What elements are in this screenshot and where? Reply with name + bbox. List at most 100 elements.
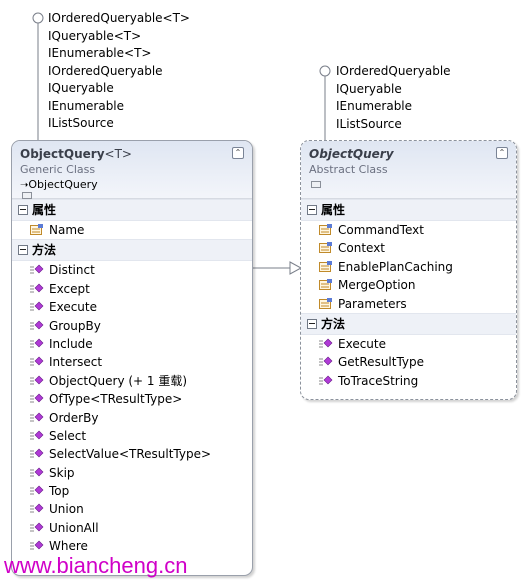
method-list: Distinct Except Execute GroupBy Include Inter… [12, 261, 252, 555]
property-icon [319, 242, 332, 254]
method-item[interactable]: Select [12, 427, 252, 445]
method-icon [30, 412, 44, 422]
method-icon [30, 504, 44, 513]
method-item[interactable]: Include [12, 335, 252, 353]
method-icon [319, 338, 333, 348]
interface-name: IQueryable<T> [48, 28, 142, 43]
watermark-url: www.biancheng.cn [4, 553, 188, 578]
section-label: 方法 [32, 243, 57, 258]
member-label: Parameters [338, 296, 407, 311]
interface-name: IOrderedQueryable [336, 64, 451, 78]
method-icon [30, 356, 44, 366]
method-item[interactable]: UnionAll [12, 519, 252, 537]
method-icon [30, 540, 44, 550]
property-item[interactable]: CommandText [301, 221, 516, 239]
member-label: Union [49, 502, 84, 517]
property-item[interactable]: EnablePlanCaching [301, 258, 516, 276]
method-item[interactable]: Execute [301, 335, 516, 353]
member-label: Where [49, 539, 88, 554]
method-icon [30, 338, 44, 348]
properties-section-header[interactable]: 属性 [12, 199, 252, 221]
method-item[interactable]: Execute [12, 298, 252, 316]
section-label: 属性 [32, 203, 57, 217]
class-box-objectquery-generic[interactable]: ObjectQuery<T> Generic Class ➝ObjectQuer… [11, 140, 253, 576]
class-kind: Abstract Class [309, 163, 388, 176]
section-label: 方法 [321, 316, 346, 331]
member-label: ToTraceString [338, 373, 419, 388]
property-item[interactable]: Name [12, 221, 252, 239]
member-label: UnionAll [49, 520, 99, 535]
method-item[interactable]: Union [12, 500, 252, 518]
method-item[interactable]: ObjectQuery (+ 1 重载) [12, 372, 252, 390]
base-class: ➝ObjectQuery [20, 178, 98, 199]
method-icon [30, 467, 44, 477]
method-item[interactable]: Skip [12, 464, 252, 482]
collapse-section-icon[interactable] [18, 205, 28, 215]
property-icon [319, 260, 332, 272]
interface-name: IListSource [336, 116, 402, 131]
collapse-section-icon[interactable] [307, 205, 317, 215]
properties-section-header[interactable]: 属性 [301, 199, 516, 221]
method-icon [30, 393, 44, 403]
method-item[interactable]: OfType<TResultType> [12, 390, 252, 408]
method-icon [319, 356, 333, 366]
property-item[interactable]: Context [301, 239, 516, 257]
interface-lollipop-right [319, 65, 331, 77]
member-label: Skip [49, 465, 75, 480]
property-icon [319, 297, 332, 309]
interface-name: IOrderedQueryable<T> [48, 11, 190, 25]
interface-name: IEnumerable [336, 99, 413, 113]
member-label: Context [338, 241, 386, 256]
member-label: Select [49, 428, 87, 443]
interface-name: IOrderedQueryable [48, 63, 163, 78]
method-icon [30, 264, 44, 274]
method-item[interactable]: GroupBy [12, 317, 252, 335]
property-item[interactable]: Parameters [301, 295, 516, 313]
base-stub-icon [22, 192, 32, 199]
class-kind: Generic Class [20, 163, 96, 176]
property-icon [319, 279, 332, 291]
member-label: CommandText [338, 223, 424, 237]
methods-section-header[interactable]: 方法 [301, 312, 516, 335]
method-item[interactable]: Except [12, 280, 252, 298]
interface-name: IListSource [48, 116, 114, 130]
method-icon [30, 320, 44, 330]
member-label: OfType<TResultType> [49, 392, 183, 407]
methods-section-header[interactable]: 方法 [12, 239, 252, 262]
method-item[interactable]: Distinct [12, 261, 252, 279]
interface-name: IQueryable [336, 81, 402, 96]
class-header: ObjectQuery<T> Generic Class ➝ObjectQuer… [12, 141, 252, 199]
method-icon [319, 375, 333, 385]
method-icon [30, 448, 44, 458]
member-label: GetResultType [338, 355, 425, 370]
member-label: Distinct [49, 263, 95, 278]
class-title: ObjectQuery<T> [20, 147, 132, 161]
base-class-label: ObjectQuery [28, 178, 98, 191]
collapse-chevron-icon[interactable]: ⌃ [496, 147, 508, 159]
collapse-section-icon[interactable] [307, 318, 317, 329]
method-icon [30, 430, 44, 440]
base-stub-icon [311, 181, 321, 188]
method-list: Execute GetResultType ToTraceString [301, 335, 516, 390]
method-item[interactable]: Top [12, 482, 252, 500]
method-item[interactable]: SelectValue<TResultType> [12, 445, 252, 463]
property-icon [319, 224, 332, 235]
method-item[interactable]: GetResultType [301, 353, 516, 371]
property-icon [30, 224, 43, 235]
member-label: Except [49, 281, 90, 296]
collapse-section-icon[interactable] [18, 245, 28, 256]
property-item[interactable]: MergeOption [301, 276, 516, 294]
class-box-objectquery-abstract[interactable]: ObjectQuery Abstract Class ⌃ 属性 CommandT… [300, 140, 517, 400]
member-label: Intersect [49, 355, 103, 370]
interface-lollipop-left [32, 12, 44, 24]
member-label: MergeOption [338, 278, 416, 293]
method-item[interactable]: OrderBy [12, 409, 252, 427]
interface-name: IQueryable [48, 81, 114, 95]
class-title: ObjectQuery [309, 147, 394, 161]
method-item[interactable]: Intersect [12, 353, 252, 371]
collapse-chevron-icon[interactable]: ⌃ [232, 147, 244, 159]
method-icon [30, 301, 44, 311]
interface-name: IEnumerable<T> [48, 46, 152, 60]
method-item[interactable]: ToTraceString [301, 372, 516, 390]
member-label: EnablePlanCaching [338, 259, 453, 274]
